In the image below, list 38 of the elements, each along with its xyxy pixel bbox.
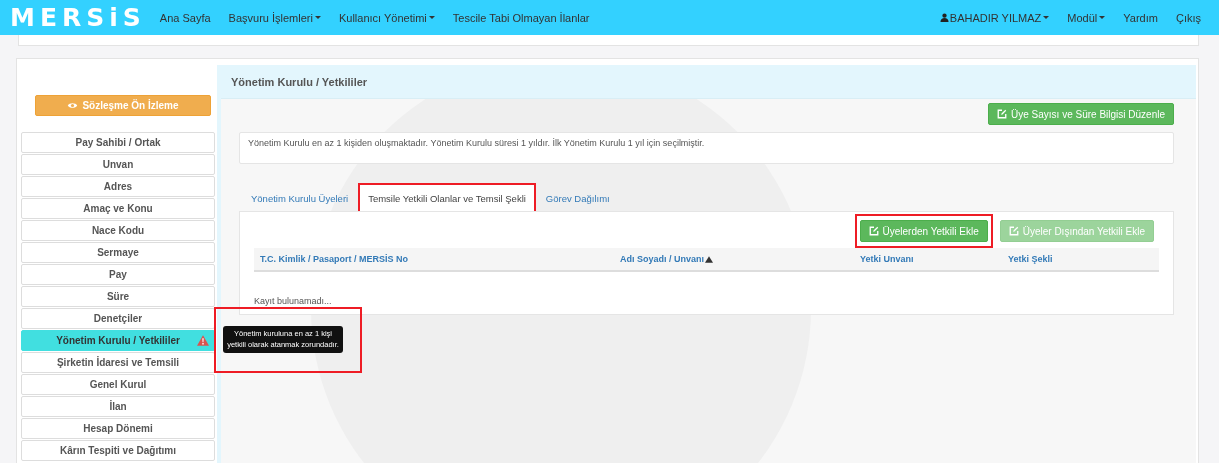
user-icon — [939, 13, 949, 22]
sidebar-item[interactable]: Denetçiler — [21, 308, 215, 329]
nav-link[interactable]: Başvuru İşlemleri — [228, 11, 321, 24]
empty-message: Kayıt bulunamadı... — [254, 296, 333, 306]
tab[interactable]: Görev Dağılımı — [537, 185, 618, 212]
nav-link[interactable]: Kullanıcı Yönetimi — [338, 11, 435, 24]
sidebar-item[interactable]: Unvan — [21, 154, 215, 175]
nav-link[interactable]: Çıkış — [1175, 11, 1201, 24]
info-text: Yönetim Kurulu en az 1 kişiden oluşmaktadır. Yönetim Kurulu süresi 1 yıldır. İlk Yönetim Kurulu 1 yıl için seçilmiştir. — [248, 138, 705, 148]
nav-link[interactable]: Tescile Tabi Olmayan İlanlar — [452, 11, 590, 24]
sidebar-item[interactable]: Şirketin İdaresi ve Temsili — [21, 352, 215, 373]
tab[interactable]: Temsile Yetkili Olanlar ve Temsil Şekli — [360, 185, 534, 212]
sidebar-item[interactable]: Hesap Dönemi — [21, 418, 215, 439]
sidebar-item[interactable]: Sermaye — [21, 242, 215, 263]
sidebar-item[interactable]: Süre — [21, 286, 215, 307]
column-header[interactable]: Adı Soyadı / Unvanı — [620, 254, 860, 264]
edit-icon — [868, 226, 879, 236]
nav-link[interactable]: Modül — [1067, 11, 1106, 24]
column-header[interactable]: Yetki Unvanı — [860, 254, 1008, 264]
edit-icon — [1008, 226, 1019, 236]
sidebar-item[interactable]: Pay — [21, 264, 215, 285]
sidebar-item[interactable]: Adres — [21, 176, 215, 197]
nav-link[interactable]: Ana Sayfa — [159, 11, 211, 24]
sidebar-item[interactable]: Genel Kurul — [21, 374, 215, 395]
edit-icon — [997, 109, 1008, 119]
column-header[interactable]: Yetki Şekli — [1008, 254, 1159, 264]
panel-title: Yönetim Kurulu / Yetkililer — [231, 75, 368, 88]
sidebar-item[interactable]: Nace Kodu — [21, 220, 215, 241]
sidebar-item[interactable]: Yönetim Kurulu / Yetkililer — [21, 330, 215, 351]
sidebar-item[interactable]: Pay Sahibi / Ortak — [21, 132, 215, 153]
sidebar-item[interactable]: İlan — [21, 396, 215, 417]
column-header[interactable]: T.C. Kimlik / Pasaport / MERSİS No — [260, 254, 620, 264]
sidebar-item[interactable]: Amaç ve Konu — [21, 198, 215, 219]
sidebar-item[interactable]: Kârın Tespiti ve Dağıtımı — [21, 440, 215, 461]
eye-icon — [67, 101, 79, 110]
tab[interactable]: Yönetim Kurulu Üyeleri — [243, 185, 357, 212]
user-menu[interactable]: BAHADIR YILMAZ — [939, 11, 1050, 24]
nav-link[interactable]: Yardım — [1123, 11, 1158, 24]
